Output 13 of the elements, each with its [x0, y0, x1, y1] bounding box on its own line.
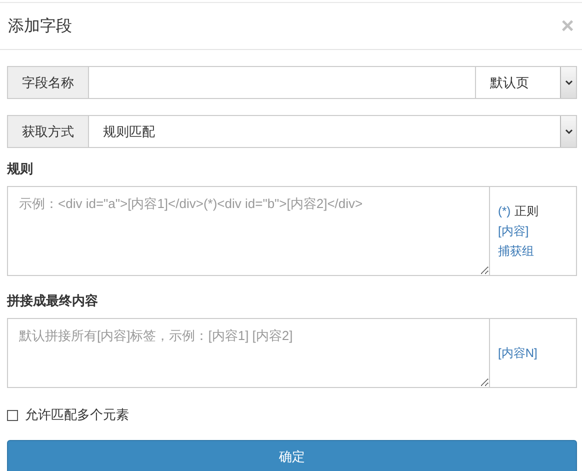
hint-text: 正则 [514, 203, 539, 220]
hint-link[interactable]: [内容N] [498, 343, 538, 363]
section-label: 拼接成最终内容 [7, 292, 99, 310]
hint-link[interactable]: 捕获组 [498, 241, 534, 261]
checkbox-label: 允许匹配多个元素 [25, 406, 129, 424]
concat-textarea[interactable]: 默认拼接所有[内容]标签，示例：[内容1] [内容2] [7, 318, 490, 388]
dialog-title: 添加字段 [8, 16, 72, 36]
checkbox[interactable] [7, 410, 18, 420]
section-label: 规则 [7, 160, 34, 178]
rule-textarea[interactable]: 示例：<div id="a">[内容1]</div>(*)<div id="b">[内容2]</div> [7, 186, 490, 276]
hint-link[interactable]: [内容] [498, 221, 529, 241]
confirm-button[interactable]: 确定 [7, 440, 577, 471]
hint-link[interactable]: (*) [498, 201, 511, 221]
